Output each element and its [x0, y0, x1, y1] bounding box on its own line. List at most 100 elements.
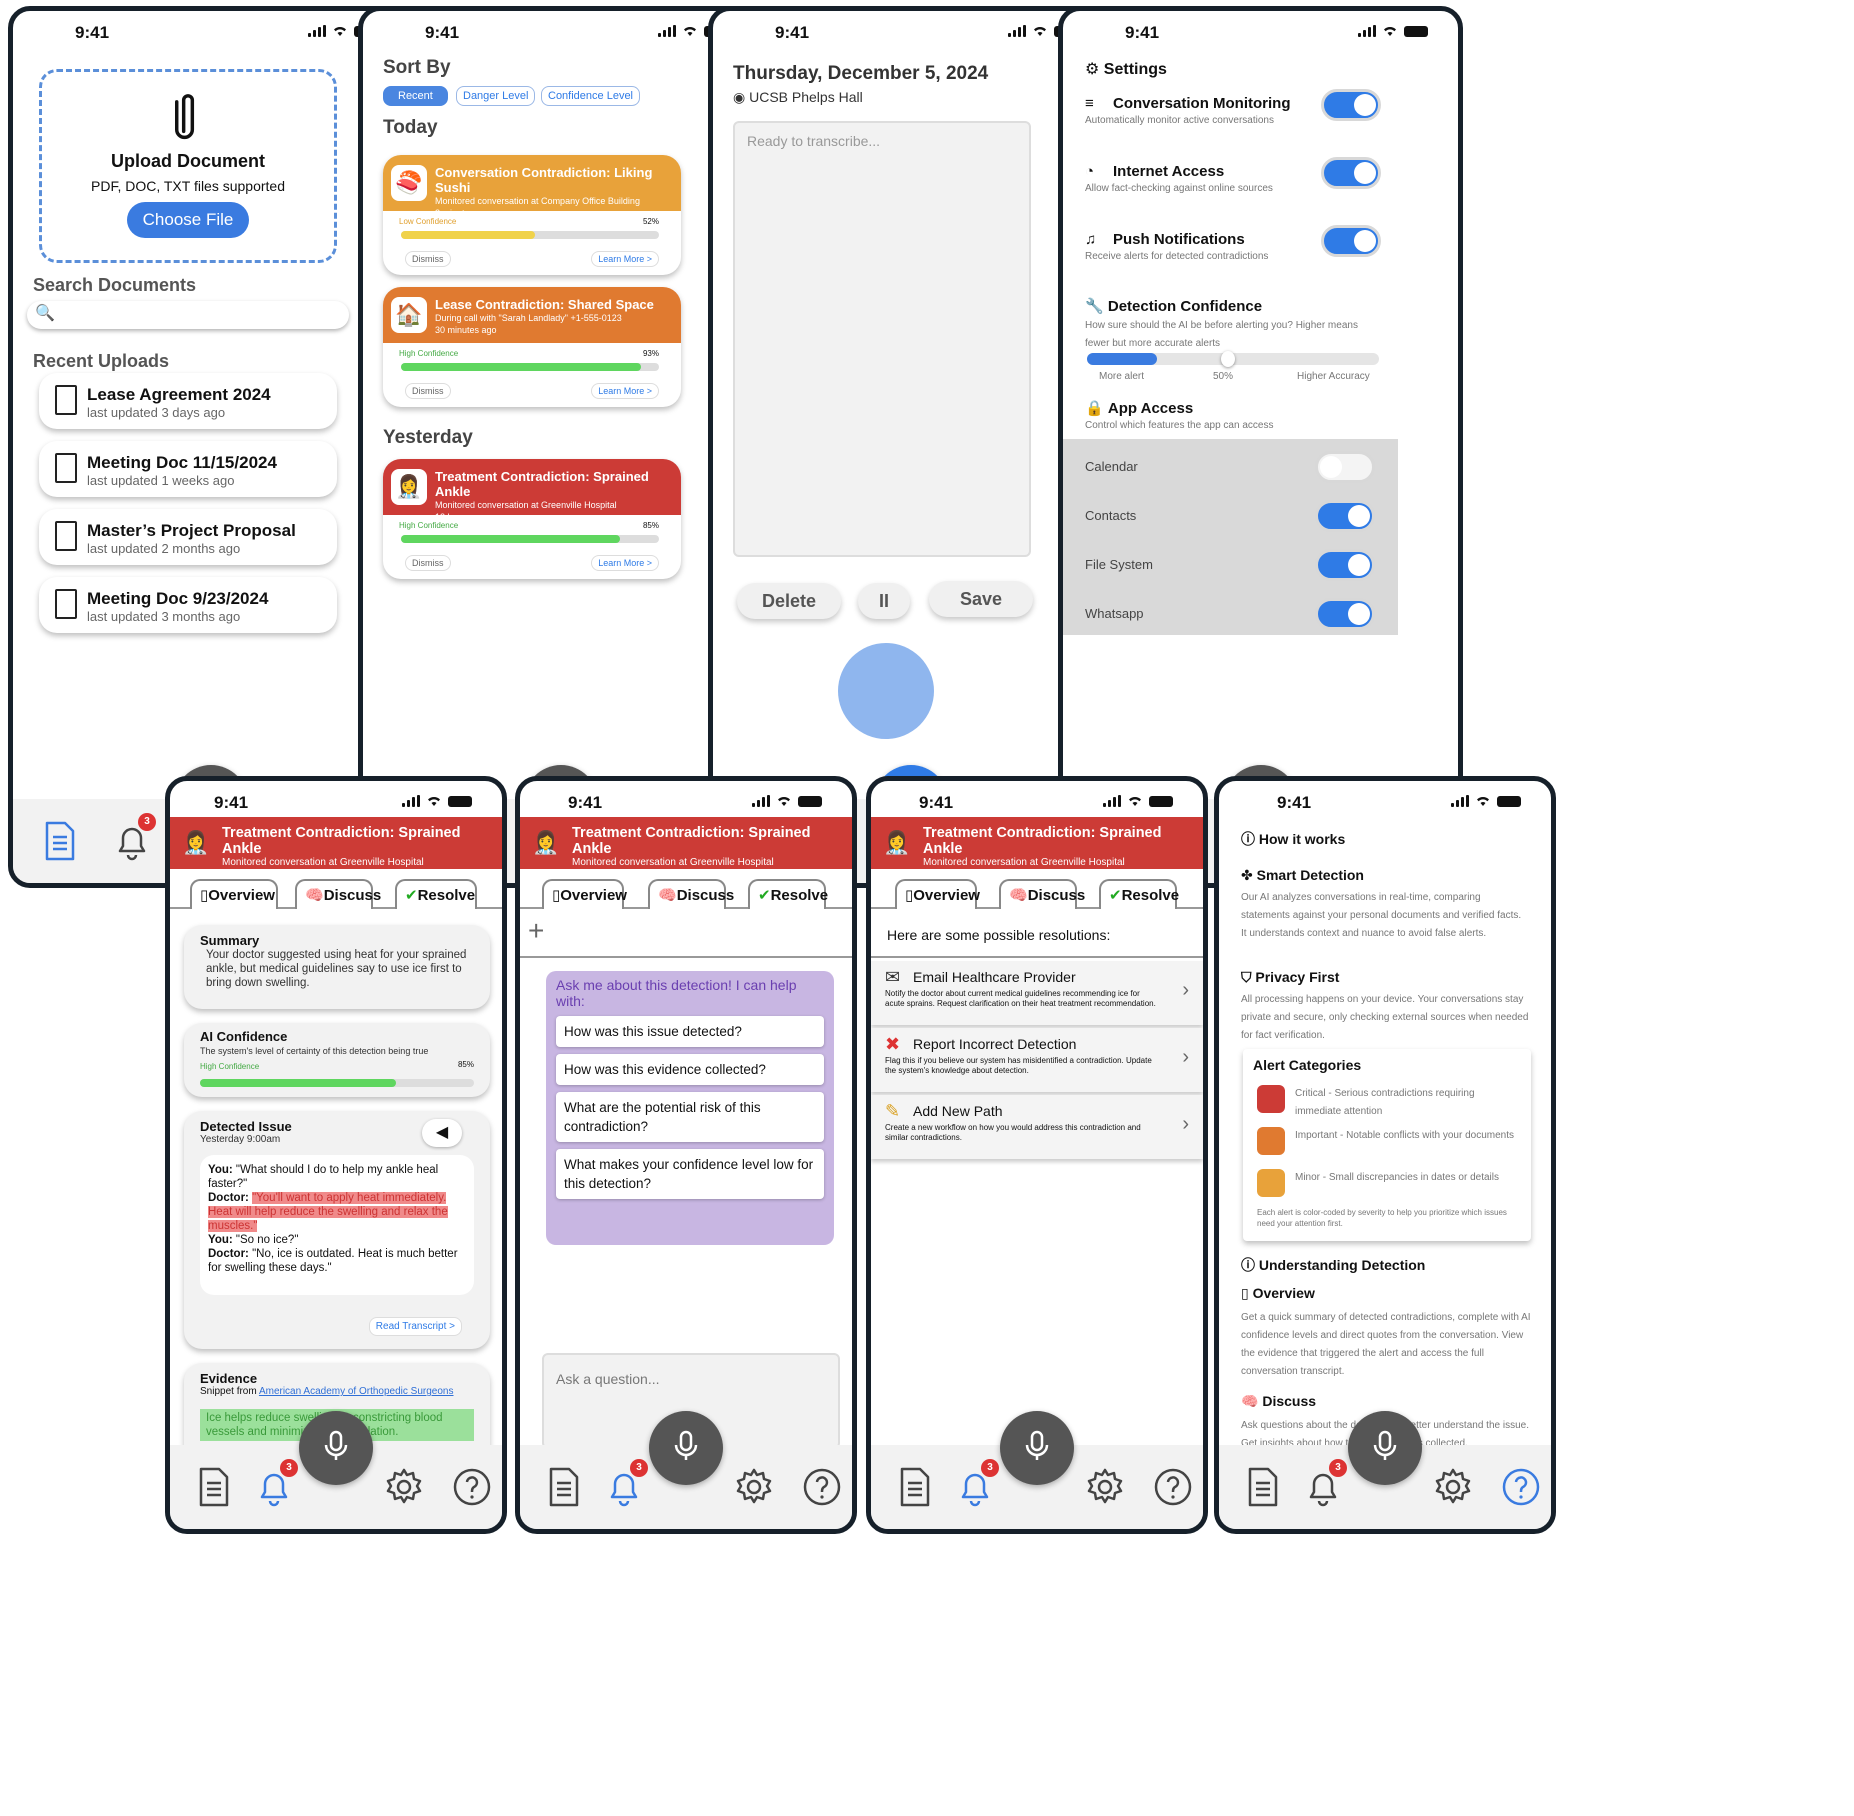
learn-more-button[interactable]: Learn More > — [591, 383, 659, 399]
suggested-question[interactable]: How was this issue detected? — [556, 1016, 824, 1047]
confidence-bar — [401, 231, 659, 239]
suggested-question[interactable]: What are the potential risk of this cont… — [556, 1092, 824, 1142]
alert-card[interactable]: 🍣 Conversation Contradiction: Liking Sush… — [383, 155, 681, 275]
pause-button[interactable]: II — [858, 583, 910, 619]
location-text: UCSB Phelps Hall — [749, 89, 863, 105]
record-mic-button[interactable] — [649, 1411, 723, 1485]
dismiss-button[interactable]: Dismiss — [405, 251, 451, 267]
upload-area[interactable]: Upload Document PDF, DOC, TXT files supp… — [39, 69, 337, 263]
tab-settings-button[interactable] — [732, 1465, 776, 1509]
tab-alerts-button[interactable]: 3 — [110, 813, 156, 863]
tab-overview[interactable]: ▯Overview — [895, 879, 980, 909]
delete-button[interactable]: Delete — [737, 583, 841, 619]
tab-discuss[interactable]: 🧠Discuss — [999, 879, 1085, 909]
resolution-item[interactable]: ✉ Email Healthcare Provider Notify the doc… — [871, 961, 1203, 1025]
dismiss-button[interactable]: Dismiss — [405, 383, 451, 399]
resolution-item[interactable]: ✖ Report Incorrect Detection Flag this if … — [871, 1028, 1203, 1092]
signal-icon — [1008, 25, 1026, 37]
recent-doc-item[interactable]: Lease Agreement 2024 last updated 3 days … — [39, 373, 337, 429]
tab-settings-button[interactable] — [1083, 1465, 1127, 1509]
microphone-icon — [318, 1428, 354, 1469]
email-icon: ✉ — [885, 967, 901, 987]
slider-knob[interactable] — [1221, 351, 1236, 367]
tab-help-button[interactable] — [1499, 1465, 1543, 1509]
tab-settings-button[interactable] — [382, 1465, 426, 1509]
recent-doc-item[interactable]: Master’s Project Proposal last updated 2 … — [39, 509, 337, 565]
tab-documents-button[interactable] — [37, 819, 81, 863]
read-transcript-link[interactable]: Read Transcript > — [368, 1317, 462, 1336]
tab-alerts-button[interactable]: 3 — [953, 1459, 999, 1509]
tab-alerts-button[interactable]: 3 — [252, 1459, 298, 1509]
app-access-toggle[interactable] — [1315, 549, 1375, 581]
confidence-slider[interactable] — [1087, 351, 1379, 367]
confidence-label: High Confidence — [399, 349, 459, 358]
record-mic-button[interactable] — [299, 1411, 373, 1485]
resolutions-intro: Here are some possible resolutions: — [887, 927, 1111, 943]
notification-badge: 3 — [280, 1459, 298, 1477]
record-mic-button[interactable] — [1348, 1411, 1422, 1485]
save-button[interactable]: Save — [929, 581, 1033, 617]
tab-alerts-button[interactable]: 3 — [602, 1459, 648, 1509]
tab-settings-button[interactable] — [1431, 1465, 1475, 1509]
search-icon: 🔍 — [35, 305, 55, 322]
setting-toggle[interactable] — [1321, 157, 1381, 189]
sort-danger-button[interactable]: Danger Level — [456, 86, 536, 106]
app-access-toggle[interactable] — [1315, 451, 1375, 483]
app-access-label: Calendar — [1085, 459, 1138, 474]
tab-documents-button[interactable] — [541, 1465, 585, 1509]
dismiss-button[interactable]: Dismiss — [405, 555, 451, 571]
tab-documents-button[interactable] — [191, 1465, 235, 1509]
battery-icon — [1149, 795, 1173, 807]
confidence-title: 🔧 Detection Confidence — [1085, 297, 1385, 315]
recent-doc-item[interactable]: Meeting Doc 11/15/2024 last updated 1 wee… — [39, 441, 337, 497]
alert-card[interactable]: 👩‍⚕️ Treatment Contradiction: Sprained An… — [383, 459, 681, 579]
setting-toggle[interactable] — [1321, 225, 1381, 257]
tab-resolve[interactable]: ✔Resolve — [1099, 879, 1179, 909]
category-text: Minor - Small discrepancies in dates or … — [1295, 1172, 1499, 1183]
doc-updated: last updated 3 months ago — [87, 609, 241, 624]
tab-discuss[interactable]: 🧠Discuss — [295, 879, 381, 909]
recent-doc-item[interactable]: Meeting Doc 9/23/2024 last updated 3 mont… — [39, 577, 337, 633]
transcript-area[interactable]: Ready to transcribe... — [733, 121, 1031, 557]
setting-toggle[interactable] — [1321, 89, 1381, 121]
app-access-toggle[interactable] — [1315, 500, 1375, 532]
tab-overview[interactable]: ▯Overview — [190, 879, 278, 909]
sort-confidence-button[interactable]: Confidence Level — [541, 86, 641, 106]
tab-resolve[interactable]: ✔Resolve — [748, 879, 828, 909]
search-title: Search Documents — [33, 275, 197, 295]
doc-updated: last updated 2 months ago — [87, 541, 241, 556]
doctor-icon: 👩‍⚕️ — [532, 830, 560, 855]
tab-documents-button[interactable] — [892, 1465, 936, 1509]
battery-icon — [1497, 795, 1521, 807]
suggested-question[interactable]: How was this evidence collected? — [556, 1054, 824, 1085]
evidence-link[interactable]: American Academy of Orthopedic Surgeons — [259, 1386, 454, 1397]
smart-detection-text: Smart Detection — [1256, 867, 1364, 883]
suggested-question[interactable]: What makes your confidence level low for… — [556, 1149, 824, 1199]
tab-help-button[interactable] — [1151, 1465, 1195, 1509]
learn-more-button[interactable]: Learn More > — [591, 555, 659, 571]
app-access-label: File System — [1085, 557, 1153, 572]
sort-recent-button[interactable]: Recent — [383, 86, 448, 106]
confidence-bar — [401, 535, 659, 543]
tab-alerts-button[interactable]: 3 — [1301, 1459, 1347, 1509]
record-mic-button[interactable] — [1000, 1411, 1074, 1485]
tab-documents-button[interactable] — [1240, 1465, 1284, 1509]
speaker-icon[interactable]: ◀ — [422, 1119, 462, 1147]
learn-more-button[interactable]: Learn More > — [591, 251, 659, 267]
resolution-item[interactable]: ✎ Add New Path Create a new workflow on ho… — [871, 1095, 1203, 1159]
alert-line2: 12 hour ago — [435, 512, 484, 522]
tab-discuss[interactable]: 🧠Discuss — [648, 879, 734, 909]
alert-card[interactable]: 🏠 Lease Contradiction: Shared Space During… — [383, 287, 681, 407]
new-chat-plus-button[interactable]: + — [528, 915, 544, 947]
notification-badge: 3 — [138, 813, 156, 831]
search-input[interactable]: 🔍 — [27, 301, 349, 329]
help-icon — [800, 1468, 844, 1513]
status-bar: 9:41 — [363, 11, 758, 51]
tab-help-button[interactable] — [800, 1465, 844, 1509]
app-access-toggle[interactable] — [1315, 598, 1375, 630]
choose-file-button[interactable]: Choose File — [126, 202, 250, 238]
tab-overview[interactable]: ▯Overview — [542, 879, 627, 909]
tab-resolve[interactable]: ✔Resolve — [395, 879, 477, 909]
tab-help-button[interactable] — [450, 1465, 494, 1509]
signal-icon — [402, 795, 420, 807]
